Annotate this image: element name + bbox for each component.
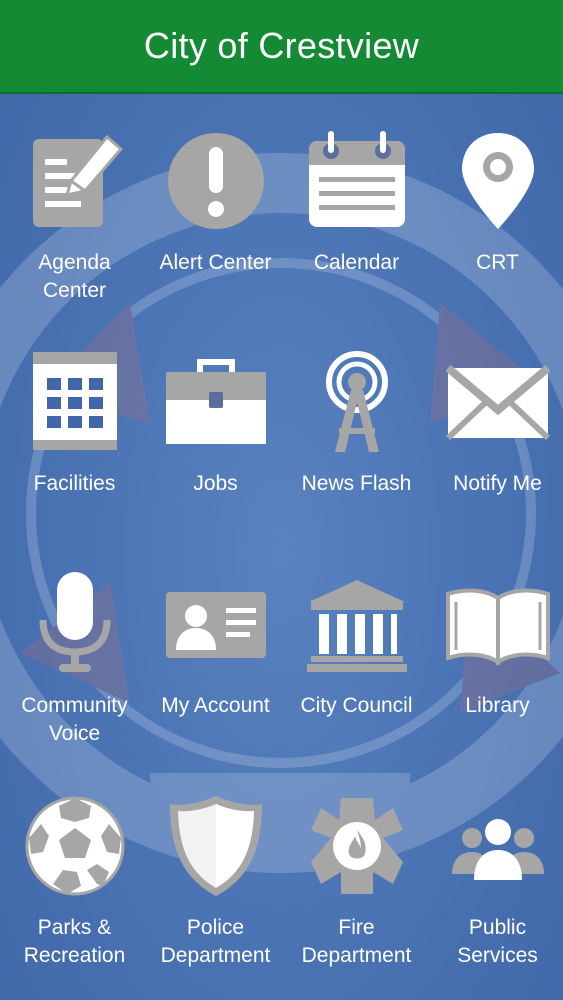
- building-icon: [23, 350, 127, 454]
- tile-library[interactable]: Library: [427, 536, 563, 736]
- envelope-icon: [445, 350, 550, 454]
- tile-label: Alert Center: [159, 251, 272, 274]
- government-building-icon: [305, 572, 409, 676]
- tile-police-department[interactable]: Police Department: [145, 758, 286, 967]
- tile-label: Community Voice: [21, 694, 128, 745]
- calendar-icon: [305, 129, 409, 233]
- shield-icon: [164, 794, 268, 898]
- tile-facilities[interactable]: Facilities: [4, 314, 145, 514]
- app-header: City of Crestview: [0, 0, 563, 94]
- tile-label: Fire Department: [301, 916, 412, 967]
- tile-label: Parks & Recreation: [23, 916, 126, 967]
- soccer-ball-icon: [23, 794, 127, 898]
- tile-label: My Account: [161, 694, 270, 717]
- tile-label: Library: [465, 694, 530, 717]
- tile-label: Public Services: [457, 916, 538, 967]
- tile-alert-center[interactable]: Alert Center: [145, 93, 286, 293]
- tile-news-flash[interactable]: News Flash: [286, 314, 427, 514]
- map-pin-icon: [446, 129, 550, 233]
- app-grid: Agenda Center Alert Center Calendar CRT …: [0, 93, 563, 1000]
- people-icon: [446, 794, 550, 898]
- tile-crt[interactable]: CRT: [427, 93, 563, 293]
- tile-label: Agenda Center: [38, 251, 111, 302]
- tile-label: Police Department: [160, 916, 271, 967]
- tile-public-services[interactable]: Public Services: [427, 758, 563, 967]
- id-card-icon: [164, 572, 268, 676]
- tile-label: Notify Me: [453, 472, 542, 495]
- tile-label: News Flash: [301, 472, 412, 495]
- app-title: City of Crestview: [143, 25, 420, 66]
- tile-jobs[interactable]: Jobs: [145, 314, 286, 514]
- alert-icon: [164, 129, 268, 233]
- broadcast-tower-icon: [305, 350, 409, 454]
- tile-calendar[interactable]: Calendar: [286, 93, 427, 293]
- tile-fire-department[interactable]: Fire Department: [286, 758, 427, 967]
- microphone-icon: [23, 572, 127, 676]
- tile-label: Calendar: [313, 251, 400, 274]
- briefcase-icon: [164, 350, 268, 454]
- fire-emblem-icon: [305, 794, 409, 898]
- tile-my-account[interactable]: My Account: [145, 536, 286, 736]
- tile-community-voice[interactable]: Community Voice: [4, 536, 145, 745]
- tile-label: Jobs: [193, 472, 238, 495]
- tile-parks-recreation[interactable]: Parks & Recreation: [4, 758, 145, 967]
- tile-label: CRT: [476, 251, 519, 274]
- tile-notify-me[interactable]: Notify Me: [427, 314, 563, 514]
- tile-label: City Council: [300, 694, 413, 717]
- agenda-icon: [23, 129, 127, 233]
- tile-label: Facilities: [33, 472, 116, 495]
- tile-agenda-center[interactable]: Agenda Center: [4, 93, 145, 302]
- tile-city-council[interactable]: City Council: [286, 536, 427, 736]
- open-book-icon: [445, 572, 550, 676]
